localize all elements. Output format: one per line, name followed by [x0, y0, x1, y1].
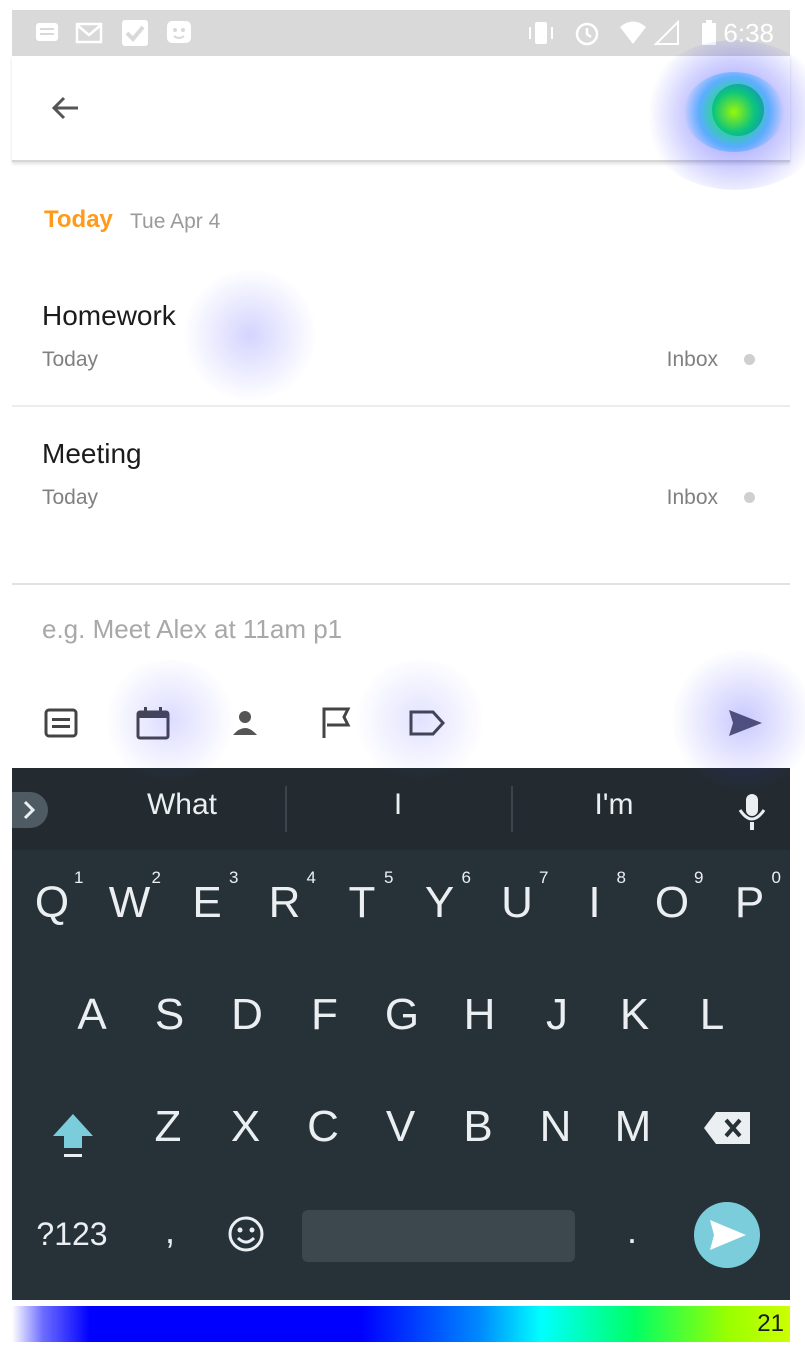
chevron-right-icon — [23, 800, 36, 820]
heatmap-legend: 21 — [12, 1306, 790, 1342]
key-d[interactable]: D — [217, 990, 277, 1040]
key-y[interactable]: Y — [410, 878, 470, 928]
battery-icon — [702, 20, 716, 45]
key-k[interactable]: K — [605, 990, 665, 1040]
key-hint-number: 6 — [461, 868, 471, 887]
status-time: 6:38 — [723, 18, 774, 48]
section-date: Tue Apr 4 — [130, 210, 221, 233]
vibrate-icon — [529, 22, 553, 44]
task-row[interactable]: Meeting Today Inbox — [12, 420, 790, 542]
send-icon[interactable] — [726, 704, 764, 742]
emoji-key[interactable] — [226, 1214, 266, 1254]
key-w[interactable]: W — [100, 878, 160, 928]
key-u[interactable]: U — [487, 878, 547, 928]
divider — [511, 786, 513, 832]
priority-flag-icon[interactable] — [318, 704, 356, 742]
wifi-icon — [620, 21, 646, 44]
spacebar-key[interactable] — [302, 1210, 575, 1262]
assignee-person-icon[interactable] — [226, 704, 264, 742]
back-arrow-icon[interactable] — [50, 92, 82, 124]
key-o[interactable]: O — [642, 878, 702, 928]
key-hint-number: 1 — [74, 868, 84, 887]
key-n[interactable]: N — [526, 1102, 586, 1152]
key-q[interactable]: Q — [22, 878, 82, 928]
app-notification-icon — [167, 21, 191, 43]
key-h[interactable]: H — [450, 990, 510, 1040]
task-due-date: Today — [42, 348, 99, 371]
key-hint-number: 9 — [694, 868, 704, 887]
project-dot-icon — [744, 354, 755, 365]
section-title: Today — [44, 206, 113, 233]
divider — [285, 786, 287, 832]
key-e[interactable]: E — [177, 878, 237, 928]
task-title: Homework — [42, 300, 176, 331]
key-hint-number: 2 — [151, 868, 161, 887]
key-hint-number: 0 — [771, 868, 781, 887]
period-key[interactable]: . — [602, 1210, 662, 1252]
suggestion-bar: What I I'm — [12, 768, 790, 850]
status-bar: 6:38 — [12, 10, 790, 56]
avatar[interactable] — [712, 84, 764, 136]
symbols-key[interactable]: ?123 — [32, 1216, 112, 1253]
key-z[interactable]: Z — [138, 1102, 198, 1152]
key-c[interactable]: C — [293, 1102, 353, 1152]
task-title: Meeting — [42, 438, 142, 469]
task-project: Inbox — [666, 486, 718, 509]
quick-add-input[interactable]: e.g. Meet Alex at 11am p1 — [42, 614, 342, 645]
backspace-key[interactable] — [702, 1108, 754, 1148]
key-s[interactable]: S — [140, 990, 200, 1040]
key-l[interactable]: L — [682, 990, 742, 1040]
key-r[interactable]: R — [255, 878, 315, 928]
key-f[interactable]: F — [295, 990, 355, 1040]
soft-keyboard: What I I'm Q1W2E3R4T5Y6U7I8O9P0 ASDFGHJK… — [12, 768, 790, 1300]
calendar-icon[interactable] — [134, 704, 172, 742]
task-row[interactable]: Homework Today Inbox — [12, 282, 790, 404]
key-hint-number: 8 — [616, 868, 626, 887]
label-tag-icon[interactable] — [408, 704, 446, 742]
key-j[interactable]: J — [527, 990, 587, 1040]
suggestion-2[interactable]: I — [338, 788, 458, 822]
divider — [12, 583, 790, 585]
task-project: Inbox — [666, 348, 718, 371]
key-p[interactable]: P — [720, 878, 780, 928]
shift-key[interactable] — [50, 1110, 96, 1160]
app-bar — [12, 56, 790, 162]
key-a[interactable]: A — [62, 990, 122, 1040]
message-icon — [36, 23, 58, 41]
expand-suggestions-button[interactable] — [12, 792, 48, 828]
heatmap-max-value: 21 — [757, 1310, 784, 1337]
divider — [12, 405, 790, 407]
key-i[interactable]: I — [565, 878, 625, 928]
suggestion-1[interactable]: What — [122, 788, 242, 822]
microphone-icon[interactable] — [734, 792, 770, 832]
notes-icon[interactable] — [42, 704, 80, 742]
gmail-icon — [75, 22, 103, 44]
alarm-icon — [575, 22, 599, 46]
send-icon — [710, 1220, 746, 1250]
key-b[interactable]: B — [448, 1102, 508, 1152]
key-g[interactable]: G — [372, 990, 432, 1040]
comma-key[interactable]: , — [140, 1210, 200, 1252]
checkmark-icon — [122, 20, 148, 46]
project-dot-icon — [744, 492, 755, 503]
key-x[interactable]: X — [216, 1102, 276, 1152]
key-hint-number: 5 — [384, 868, 394, 887]
key-v[interactable]: V — [371, 1102, 431, 1152]
key-hint-number: 3 — [229, 868, 239, 887]
send-enter-key[interactable] — [694, 1202, 760, 1268]
task-due-date: Today — [42, 486, 99, 509]
key-hint-number: 4 — [306, 868, 316, 887]
signal-icon — [653, 19, 679, 45]
suggestion-3[interactable]: I'm — [554, 788, 674, 822]
key-hint-number: 7 — [539, 868, 549, 887]
key-t[interactable]: T — [332, 878, 392, 928]
key-m[interactable]: M — [603, 1102, 663, 1152]
